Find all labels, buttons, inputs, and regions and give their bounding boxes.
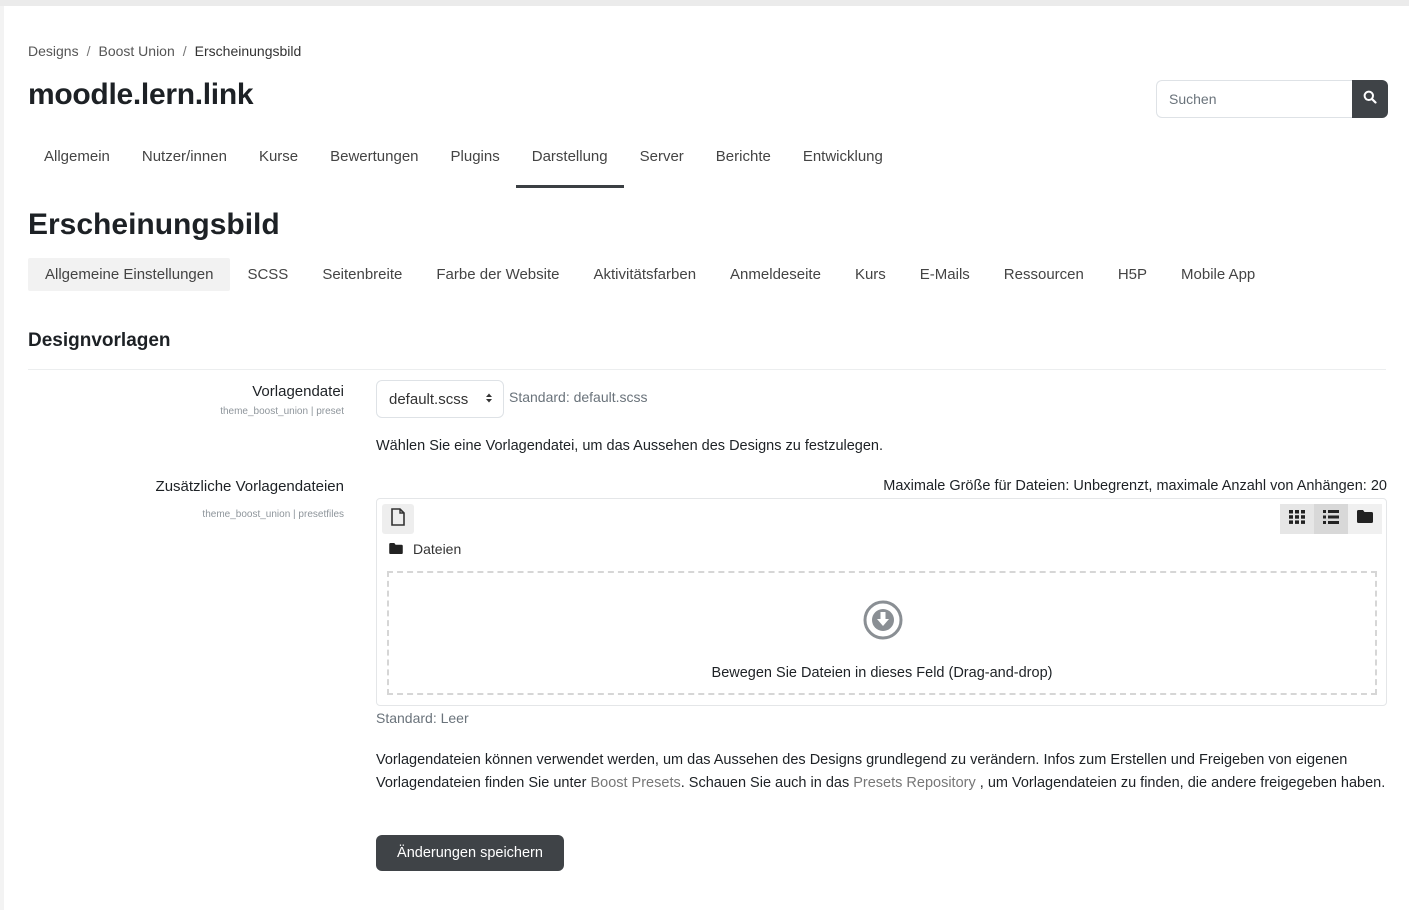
subtab-kurs[interactable]: Kurs [838,258,903,291]
file-path: Dateien [389,541,461,557]
presetfiles-description: Vorlagendateien können verwendet werden,… [376,749,1388,795]
window-left-border [0,6,4,910]
subtab-ressourcen[interactable]: Ressourcen [987,258,1101,291]
nav-tab-darstellung[interactable]: Darstellung [515,138,624,188]
section-title: Designvorlagen [28,330,171,351]
nav-tab-bewertungen[interactable]: Bewertungen [314,138,434,188]
file-manager: Dateien Bewegen Sie Dateien in dieses Fe… [376,498,1387,706]
view-tree-button[interactable] [1348,504,1382,534]
view-list-button[interactable] [1314,504,1348,534]
breadcrumb-item-current: Erscheinungsbild [194,43,302,59]
folder-icon [1357,510,1373,528]
folder-icon [389,541,403,557]
site-title: moodle.lern.link [28,78,254,111]
drop-zone[interactable]: Bewegen Sie Dateien in dieses Feld (Drag… [387,571,1377,695]
secondary-nav: Allgemeine Einstellungen SCSS Seitenbrei… [28,258,1272,291]
subtab-anmeldeseite[interactable]: Anmeldeseite [713,258,838,291]
preset-description: Wählen Sie eine Vorlagendatei, um das Au… [376,438,884,454]
breadcrumb-item-boost-union[interactable]: Boost Union [98,43,174,59]
subtab-allgemeine-einstellungen[interactable]: Allgemeine Einstellungen [28,258,231,291]
subtab-mobile-app[interactable]: Mobile App [1164,258,1272,291]
view-icons-button[interactable] [1280,504,1314,534]
list-icon [1323,509,1339,529]
preset-default-note: Standard: default.scss [509,389,648,405]
nav-tab-allgemein[interactable]: Allgemein [28,138,126,188]
preset-label: Vorlagendatei [252,383,344,400]
search-box [1156,80,1388,118]
search-icon [1363,90,1377,109]
section-divider [28,369,1386,370]
primary-nav: Allgemein Nutzer/innen Kurse Bewertungen… [28,138,899,190]
save-changes-button[interactable]: Änderungen speichern [376,835,564,871]
grid-icon [1289,509,1305,529]
folder-label[interactable]: Dateien [413,541,461,557]
nav-tab-plugins[interactable]: Plugins [435,138,516,188]
breadcrumb: Designs / Boost Union / Erscheinungsbild [28,43,301,59]
preset-label-block: Vorlagendatei theme_boost_union | preset [220,383,344,417]
subtab-aktivitaetsfarben[interactable]: Aktivitätsfarben [577,258,714,291]
subtab-farbe-der-website[interactable]: Farbe der Website [419,258,576,291]
breadcrumb-separator: / [182,43,187,59]
presetfiles-setting-id: theme_boost_union | presetfiles [202,509,344,520]
presetfiles-label: Zusätzliche Vorlagendateien [155,478,344,495]
nav-tab-entwicklung[interactable]: Entwicklung [787,138,899,188]
nav-tab-kurse[interactable]: Kurse [243,138,314,188]
subtab-e-mails[interactable]: E-Mails [903,258,987,291]
preset-select-value: default.scss [389,390,469,408]
boost-presets-link[interactable]: Boost Presets [590,775,680,791]
preset-select[interactable]: default.scss [376,380,504,418]
presetfiles-default-note: Standard: Leer [376,710,469,726]
nav-tab-berichte[interactable]: Berichte [700,138,787,188]
page-title: Erscheinungsbild [28,208,280,241]
search-button[interactable] [1352,80,1388,118]
subtab-scss[interactable]: SCSS [230,258,305,291]
subtab-seitenbreite[interactable]: Seitenbreite [305,258,419,291]
breadcrumb-item-designs[interactable]: Designs [28,43,79,59]
presetfiles-label-block: Zusätzliche Vorlagendateien theme_boost_… [156,478,344,520]
view-switcher [1280,504,1382,534]
nav-tab-nutzer[interactable]: Nutzer/innen [126,138,243,188]
file-icon [390,507,406,531]
window-top-border [0,0,1409,6]
presets-repository-link[interactable]: Presets Repository [853,775,976,791]
max-size-note: Maximale Größe für Dateien: Unbegrenzt, … [883,478,1387,494]
description-text: , um Vorlagendateien zu finden, die ande… [975,775,1386,791]
preset-setting-id: theme_boost_union | preset [220,406,344,417]
search-input[interactable] [1156,80,1352,118]
nav-tab-server[interactable]: Server [624,138,700,188]
breadcrumb-separator: / [86,43,91,59]
subtab-h5p[interactable]: H5P [1101,258,1164,291]
select-arrows-icon [485,391,493,408]
drop-zone-text: Bewegen Sie Dateien in dieses Feld (Drag… [711,665,1053,681]
add-file-button[interactable] [382,504,414,534]
description-text: . Schauen Sie auch in das [680,775,854,791]
download-arrow-icon [862,599,904,646]
